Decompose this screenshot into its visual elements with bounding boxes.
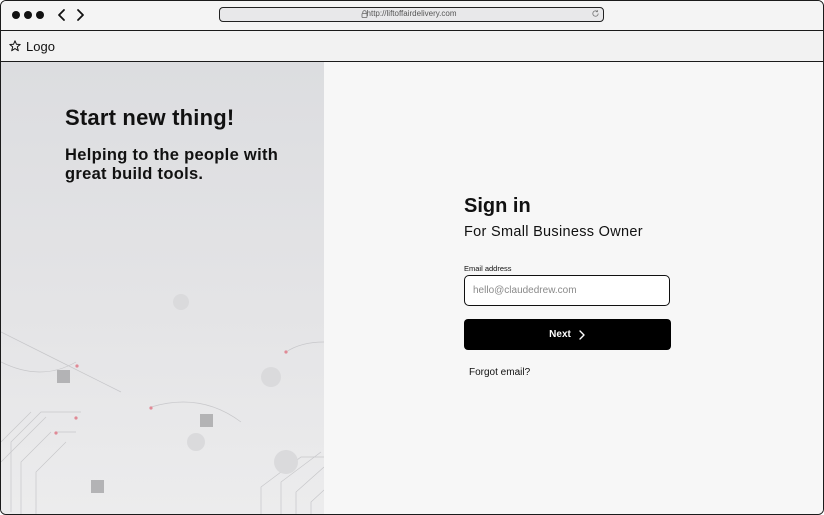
hero-subtitle: Helping to the people with great build t… <box>65 146 279 183</box>
window-dot-icon[interactable] <box>12 11 20 19</box>
logo[interactable]: Logo <box>9 38 55 54</box>
window-dot-icon[interactable] <box>24 11 32 19</box>
browser-window: http://liftoffairdelivery.com Logo Start… <box>0 0 824 515</box>
next-button[interactable]: Next <box>464 319 671 350</box>
logo-text: Logo <box>26 38 55 54</box>
app-header: Logo <box>1 31 823 62</box>
signin-panel: Sign in For Small Business Owner Email a… <box>325 62 823 514</box>
window-dot-icon[interactable] <box>36 11 44 19</box>
next-button-label: Next <box>549 329 571 340</box>
reload-icon[interactable] <box>591 9 600 18</box>
address-bar[interactable]: http://liftoffairdelivery.com <box>219 7 604 22</box>
forgot-email-link[interactable]: Forgot email? <box>469 367 530 378</box>
hero-title: Start new thing! <box>65 105 235 130</box>
signin-subtitle: For Small Business Owner <box>464 224 643 240</box>
signin-title: Sign in <box>464 195 531 217</box>
forward-icon[interactable] <box>73 7 87 23</box>
hero-panel: Start new thing! Helping to the people w… <box>1 62 324 514</box>
star-icon <box>9 40 21 52</box>
browser-toolbar: http://liftoffairdelivery.com <box>1 1 823 31</box>
back-icon[interactable] <box>55 7 69 23</box>
email-label: Email address <box>464 264 512 273</box>
url-text: http://liftoffairdelivery.com <box>366 9 457 18</box>
email-field[interactable] <box>464 275 670 306</box>
chevron-right-icon <box>579 329 585 340</box>
